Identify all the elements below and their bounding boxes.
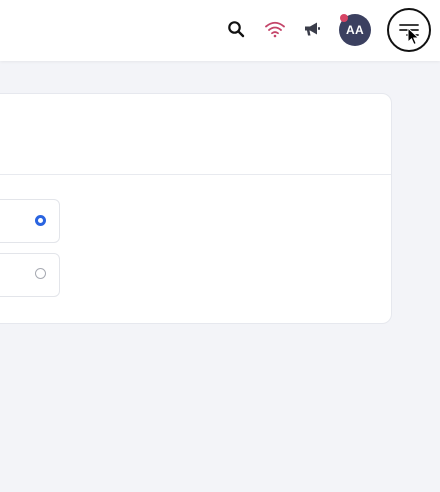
search-button[interactable]: [224, 17, 248, 41]
megaphone-icon: [305, 22, 320, 36]
radio-button[interactable]: [35, 268, 46, 279]
notification-dot: [340, 14, 348, 22]
signal-button[interactable]: [263, 17, 287, 41]
avatar-initials: AA: [346, 23, 364, 37]
hamburger-menu-icon: [399, 24, 419, 36]
option-item[interactable]: [0, 253, 60, 297]
search-icon: [228, 21, 245, 38]
radio-button-selected[interactable]: [35, 215, 46, 226]
option-item-selected[interactable]: [0, 199, 60, 243]
announcements-button[interactable]: [300, 17, 324, 41]
wifi-icon: [265, 21, 285, 38]
card-divider: [0, 174, 391, 175]
menu-button[interactable]: [387, 8, 431, 52]
top-bar: [0, 0, 440, 61]
